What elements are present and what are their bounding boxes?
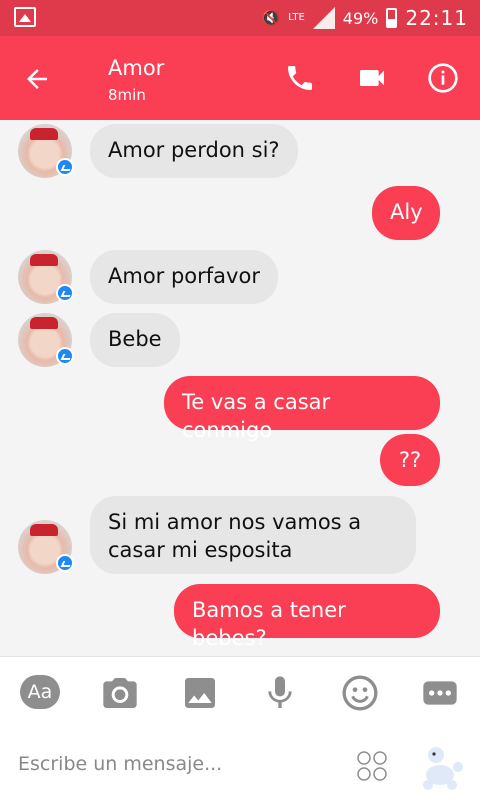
messenger-badge-icon: [56, 158, 74, 176]
gallery-notification-icon: [14, 7, 36, 27]
emoji-icon[interactable]: [340, 673, 380, 713]
battery-percent: 49%: [342, 8, 379, 28]
messenger-badge-icon: [56, 554, 74, 572]
message-outgoing[interactable]: Bamos a tener bebes?: [174, 584, 440, 650]
message-incoming[interactable]: Amor perdon si?: [90, 124, 298, 178]
avatar[interactable]: [18, 124, 74, 178]
app-bar: Amor 8min: [0, 36, 480, 120]
message-incoming[interactable]: Bebe: [90, 313, 180, 367]
messenger-badge-icon: [56, 347, 74, 365]
messenger-badge-icon: [56, 284, 74, 302]
mute-icon: 🔇: [261, 9, 281, 27]
signal-icon: [312, 7, 335, 29]
back-arrow-icon[interactable]: [22, 64, 52, 94]
message-list[interactable]: Amor perdon si? Aly Amor porfavor Bebe T…: [0, 120, 480, 656]
conversation-title[interactable]: Amor: [108, 56, 164, 80]
message-outgoing[interactable]: Te vas a casar conmigo: [164, 376, 440, 442]
avatar[interactable]: [18, 520, 74, 574]
message-outgoing[interactable]: ??: [380, 434, 440, 486]
status-right: 🔇 LTE 49% 22:11: [261, 6, 468, 30]
message-incoming[interactable]: Amor porfavor: [90, 250, 278, 304]
info-icon[interactable]: [427, 62, 459, 94]
avatar[interactable]: [18, 313, 74, 367]
aa-icon: Aa: [20, 675, 60, 709]
battery-icon: [386, 8, 398, 28]
text-format-button[interactable]: Aa: [20, 673, 60, 713]
video-icon[interactable]: [356, 62, 388, 94]
phone-icon[interactable]: [284, 62, 316, 94]
more-icon[interactable]: [420, 673, 460, 713]
last-active: 8min: [108, 86, 146, 104]
clock: 22:11: [405, 6, 468, 30]
composer: Aa Escribe un mensaje...: [0, 656, 480, 801]
microphone-icon[interactable]: [260, 673, 300, 713]
avatar[interactable]: [18, 250, 74, 304]
composer-tools: Aa: [0, 673, 480, 713]
message-incoming[interactable]: Si mi amor nos vamos a casar mi esposita: [90, 496, 416, 574]
emoji-grid-icon[interactable]: [356, 750, 388, 782]
message-outgoing[interactable]: Aly: [372, 186, 440, 240]
status-bar: 🔇 LTE 49% 22:11: [0, 0, 480, 36]
message-input[interactable]: Escribe un mensaje...: [18, 753, 222, 775]
sticker-icon[interactable]: [414, 741, 466, 793]
gallery-icon[interactable]: [180, 673, 220, 713]
camera-icon[interactable]: [100, 673, 140, 713]
network-type: LTE: [288, 12, 305, 23]
